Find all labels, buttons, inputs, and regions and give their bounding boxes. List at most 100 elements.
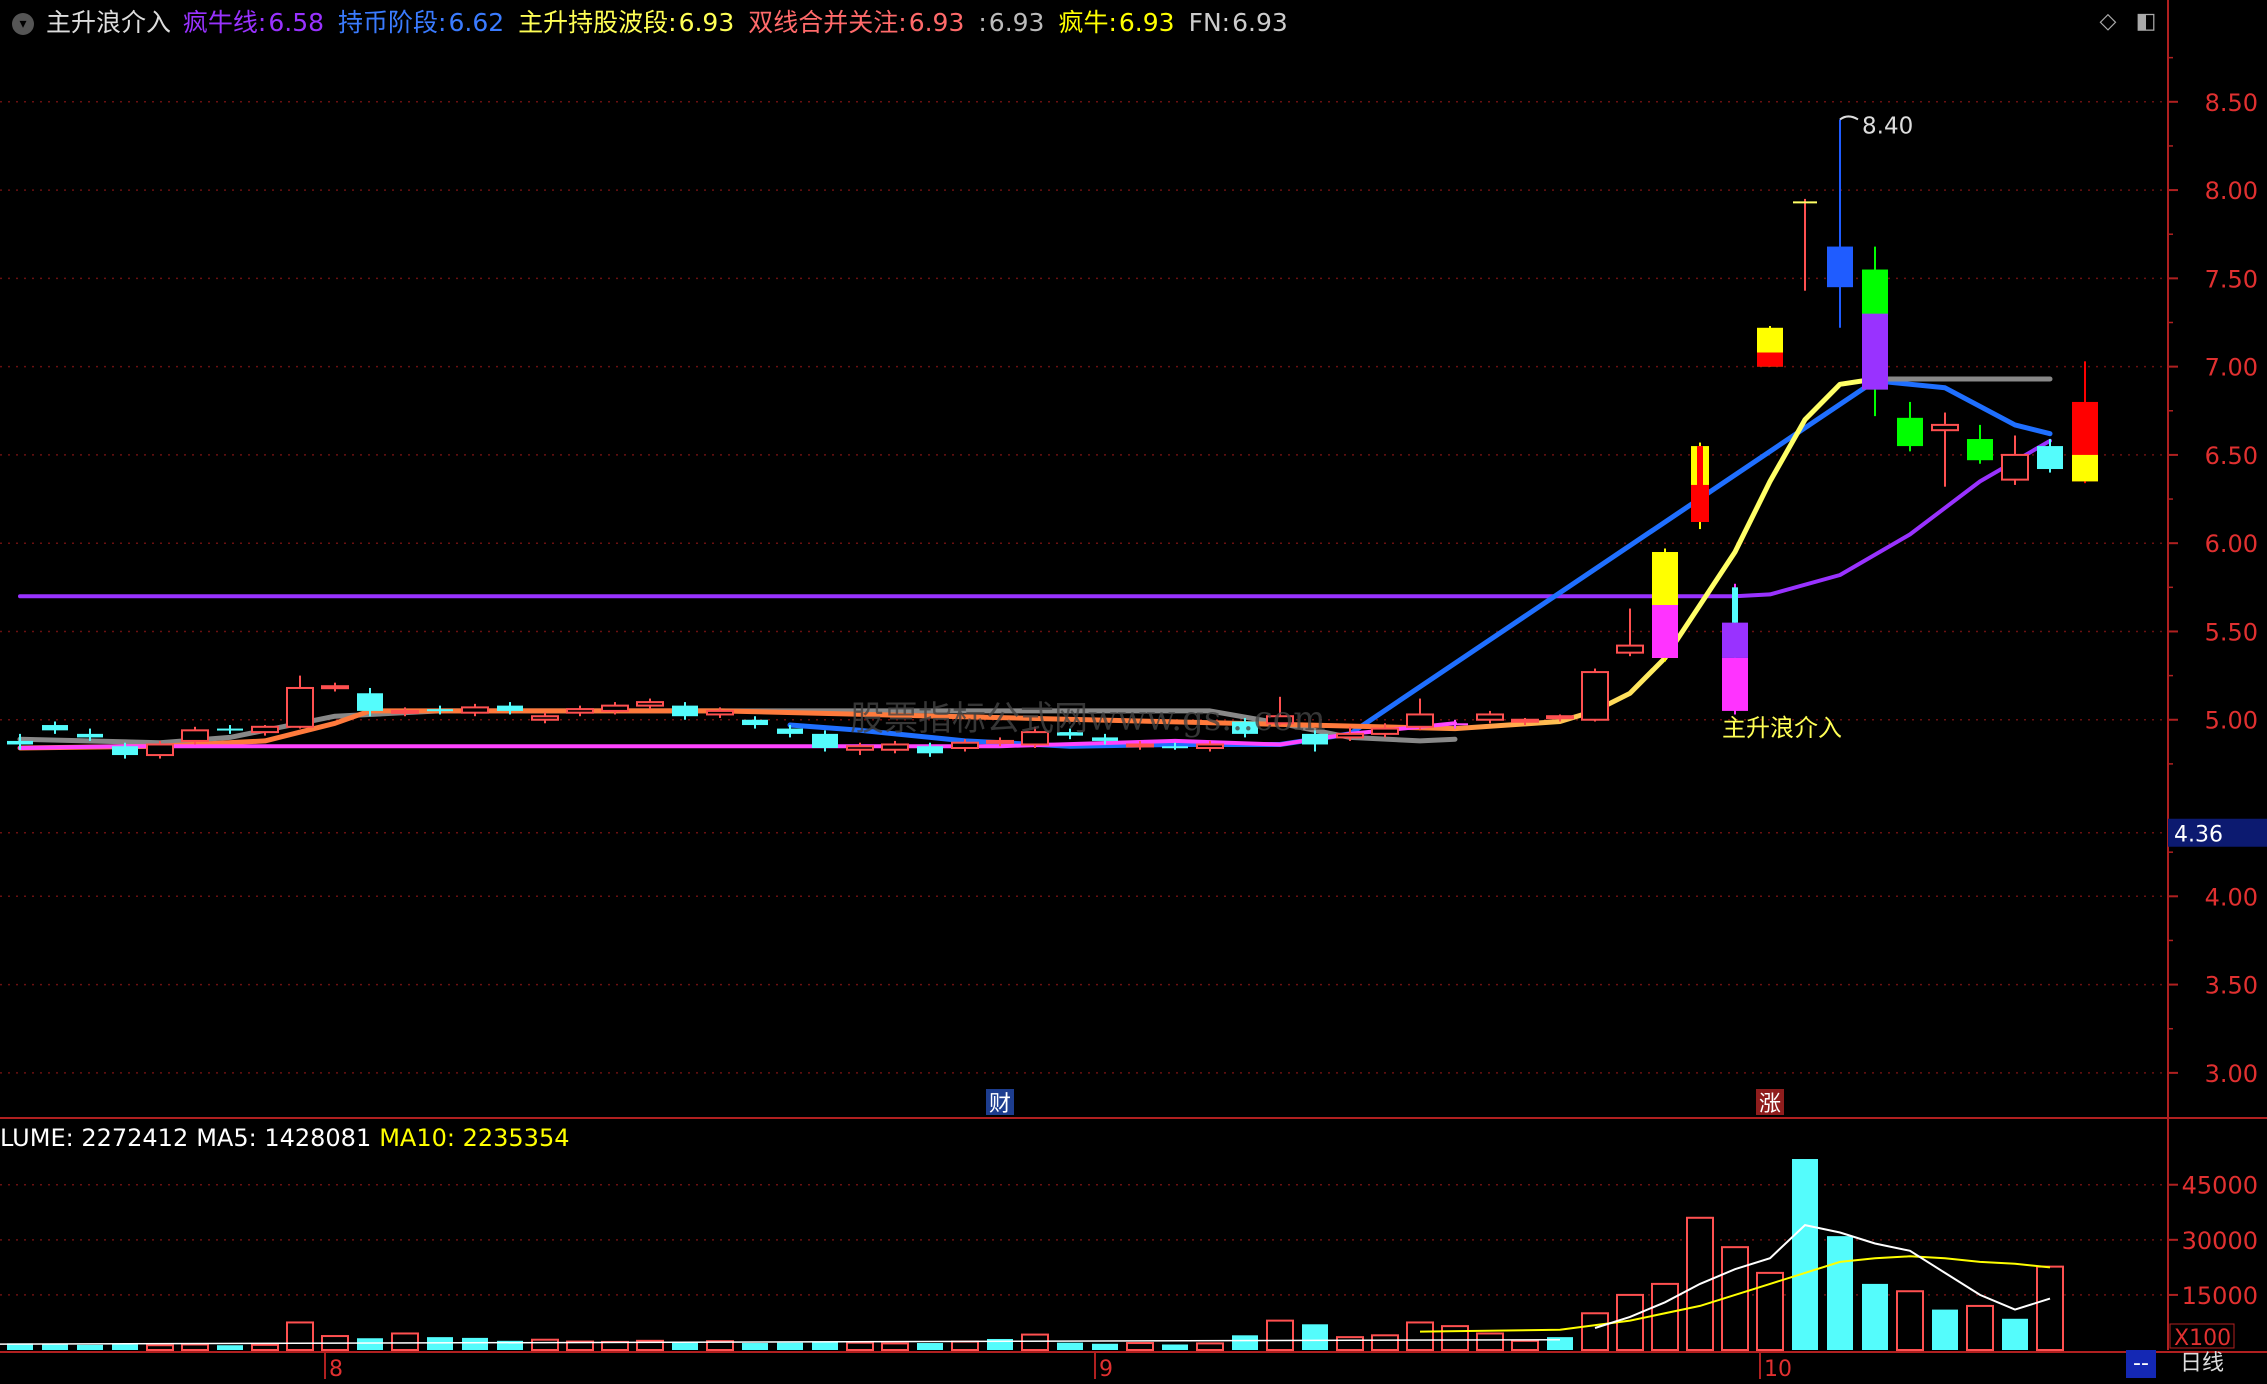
candle-body	[2001, 453, 2029, 481]
indicator-value-label: 疯牛线:	[182, 8, 267, 37]
candle-body	[1931, 423, 1959, 432]
candle[interactable]	[672, 702, 698, 720]
indicator-value-6: FN:6.93	[1189, 8, 1298, 37]
candle[interactable]	[321, 682, 349, 692]
price-tick-label: 8.00	[2205, 177, 2258, 205]
indicator-values: 疯牛线:6.58 持币阶段:6.62 主升持股波段:6.93 双线合并关注:6.93:…	[183, 8, 1302, 37]
candle-body	[217, 728, 243, 731]
candle[interactable]	[461, 703, 489, 717]
volume-bar	[1126, 1342, 1154, 1352]
volume-bar	[1021, 1333, 1049, 1352]
candle-body	[461, 706, 489, 714]
candle-body	[427, 709, 453, 712]
volume-bar	[1441, 1325, 1469, 1352]
price-tick-label: 7.00	[2205, 354, 2258, 382]
candle-body	[1511, 718, 1539, 723]
candle[interactable]	[1793, 198, 1817, 291]
candle[interactable]	[2072, 361, 2098, 484]
period-tab[interactable]: 日线	[2180, 1350, 2224, 1378]
candle[interactable]	[531, 712, 559, 724]
candle-body	[251, 725, 279, 734]
candle[interactable]	[1862, 246, 1888, 417]
candle[interactable]	[636, 698, 664, 710]
volume-bar	[1196, 1342, 1224, 1351]
candle[interactable]	[286, 675, 314, 729]
axes: 8.50 8.00 7.50 7.00 6.50 6.00 5.50 5.00 4.00 3.50…	[0, 0, 2267, 1382]
volume-bar	[917, 1343, 943, 1350]
chart-stage[interactable]: 8.50 8.00 7.50 7.00 6.50 6.00 5.50 5.00 4.00 3.50…	[0, 0, 2267, 1382]
candle[interactable]	[1722, 583, 1748, 715]
indicator-value-label: FN:	[1188, 8, 1231, 37]
indicator-line-0	[18, 438, 2052, 599]
indicator-value-label: 疯牛:	[1058, 8, 1117, 37]
candle-body	[286, 686, 314, 728]
indicator-name[interactable]: 主升浪介入	[46, 8, 171, 37]
diamond-icon[interactable]: ◇	[2096, 10, 2120, 32]
volume-bar	[1232, 1335, 1258, 1350]
indicator-value-number: 6.93	[1232, 8, 1288, 37]
candle-body	[742, 719, 768, 726]
candle-body-segment	[1862, 313, 1888, 390]
footer-left-label[interactable]: --	[2126, 1350, 2156, 1378]
candle[interactable]	[1691, 442, 1709, 530]
candle[interactable]	[881, 740, 909, 754]
candle-body	[1476, 713, 1504, 721]
candle[interactable]	[566, 705, 594, 717]
candle[interactable]	[181, 726, 209, 745]
candle-body	[706, 709, 734, 716]
volume-bars	[7, 1159, 2064, 1352]
candle-body	[812, 733, 838, 748]
candle[interactable]	[1827, 119, 1853, 328]
volume-value-0: LUME: 2272412	[0, 1124, 189, 1152]
volume-bar	[77, 1344, 103, 1350]
candle-body	[357, 693, 383, 711]
candle-body	[112, 746, 138, 756]
candle[interactable]	[1406, 698, 1434, 731]
volume-bar	[1406, 1321, 1434, 1352]
indicator-value-2: 主升持股波段:6.93	[518, 8, 744, 37]
candle[interactable]	[1897, 401, 1923, 452]
candle-body-segment	[1732, 587, 1738, 623]
candle[interactable]	[1967, 424, 1993, 464]
volume-bar	[42, 1344, 68, 1350]
volume-tick-label: 30000	[2182, 1227, 2258, 1255]
volume-bar	[1511, 1339, 1539, 1352]
volume-bar	[1162, 1344, 1188, 1350]
candle[interactable]	[1581, 668, 1609, 722]
candle[interactable]	[1476, 710, 1504, 724]
signal-label: 主升浪介入	[1722, 714, 1842, 742]
candle-body-segment	[1722, 622, 1748, 658]
candle[interactable]	[1931, 412, 1959, 487]
candle[interactable]	[812, 730, 838, 752]
window-toggle-icon[interactable]: ◧	[2134, 10, 2158, 32]
candle-body	[321, 685, 349, 690]
volume-bar	[1057, 1342, 1083, 1350]
event-marker-label[interactable]: 涨	[1759, 1092, 1781, 1117]
high-label: 8.40	[1862, 113, 1913, 139]
candle[interactable]	[42, 721, 68, 734]
candle[interactable]	[217, 725, 243, 734]
x-tick-label: 9	[1099, 1357, 1113, 1379]
volume-bar	[112, 1344, 138, 1350]
candle-body	[1442, 723, 1468, 726]
volume-bar	[462, 1337, 488, 1350]
candle[interactable]	[1652, 548, 1678, 662]
event-marker-label[interactable]: 财	[989, 1092, 1011, 1117]
candle[interactable]	[146, 740, 174, 759]
candle[interactable]	[1616, 608, 1644, 657]
price-tick-label: 5.00	[2205, 707, 2258, 735]
collapse-icon[interactable]: ▾	[12, 13, 34, 35]
kline-chart[interactable]: 8.50 8.00 7.50 7.00 6.50 6.00 5.50 5.00 4.00 3.50…	[0, 0, 2267, 1382]
indicator-value-number: 6.93	[1118, 8, 1175, 37]
candle-body	[1196, 743, 1224, 749]
candle[interactable]	[742, 716, 768, 729]
candle-body	[672, 705, 698, 717]
candle[interactable]	[2001, 435, 2029, 485]
volume-bar	[1581, 1312, 1609, 1351]
indicator-value-number: 6.93	[908, 8, 965, 37]
price-tick-label: 8.50	[2205, 89, 2258, 117]
price-tick-label: 7.50	[2205, 265, 2258, 293]
volume-bar	[1651, 1282, 1679, 1351]
candle[interactable]	[1757, 326, 1783, 367]
candle-body	[917, 746, 943, 754]
